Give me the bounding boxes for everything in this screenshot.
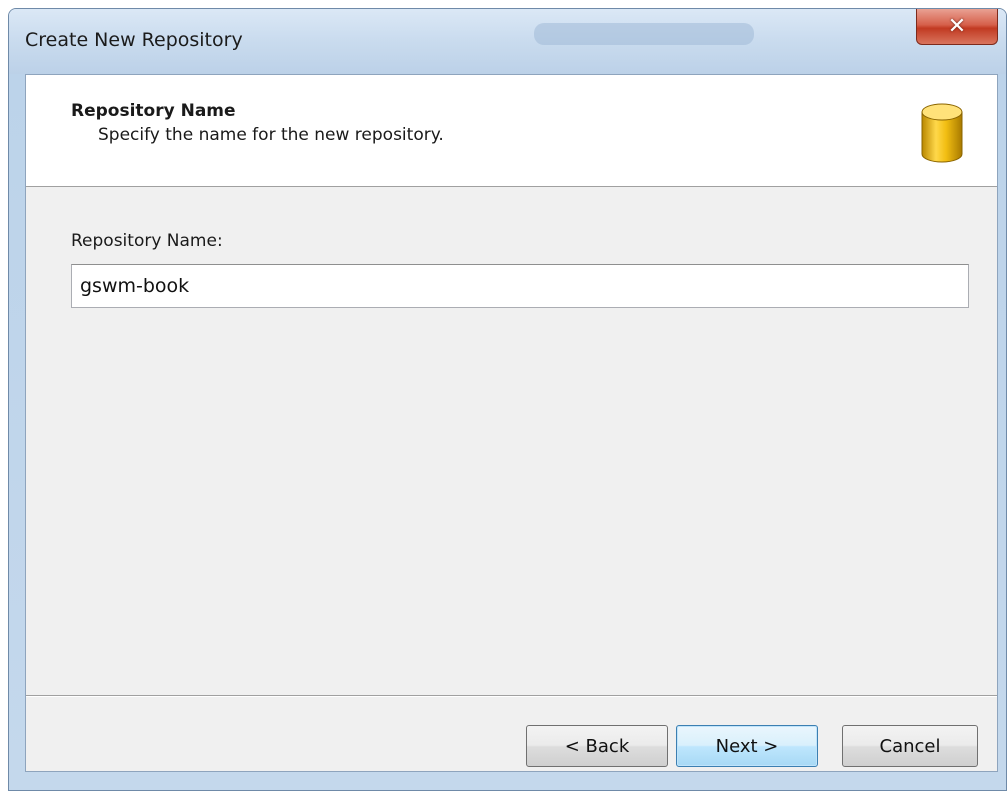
database-icon [921, 103, 963, 163]
title-bar[interactable]: Create New Repository ✕ [9, 9, 1006, 74]
title-bar-blurred-region [534, 23, 754, 45]
footer-divider [26, 695, 997, 697]
next-button[interactable]: Next > [676, 725, 818, 767]
repository-name-input[interactable] [71, 264, 969, 308]
repository-name-label: Repository Name: [71, 231, 223, 251]
close-button[interactable]: ✕ [916, 9, 998, 45]
window-title: Create New Repository [25, 29, 243, 51]
back-button[interactable]: < Back [526, 725, 668, 767]
close-icon: ✕ [947, 14, 967, 39]
create-repository-dialog: Create New Repository ✕ Repository Name … [8, 8, 1007, 791]
wizard-step-title: Repository Name [71, 101, 236, 121]
wizard-step-description: Specify the name for the new repository. [98, 125, 444, 145]
wizard-header: Repository Name Specify the name for the… [26, 75, 997, 187]
dialog-client-area: Repository Name Specify the name for the… [25, 74, 998, 772]
cancel-button[interactable]: Cancel [842, 725, 978, 767]
